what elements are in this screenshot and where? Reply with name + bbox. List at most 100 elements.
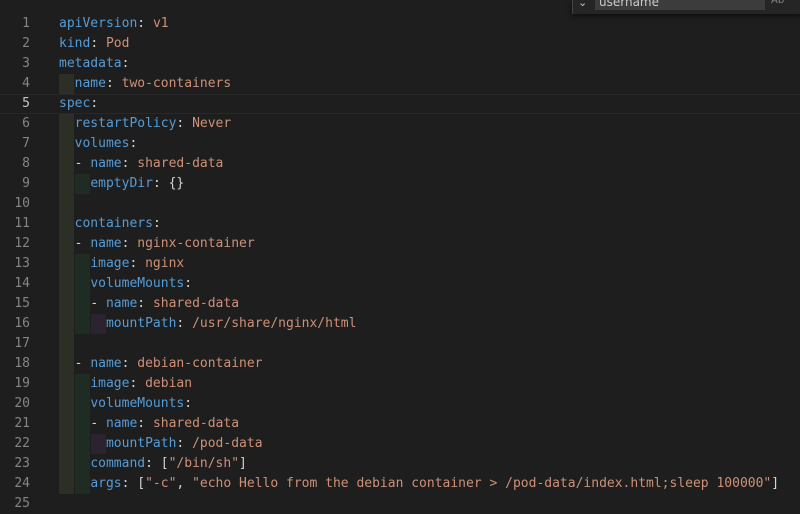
line-number: 2 [22,36,30,51]
yaml-punctuation: : [152,216,161,231]
line-number: 20 [14,396,30,411]
code-line-content [59,196,75,211]
yaml-value: debian [145,376,193,391]
yaml-key: metadata [59,56,122,71]
line-number: 10 [14,196,30,211]
line-number: 6 [22,116,30,131]
find-widget: ⌄ Ab [572,0,800,14]
code-line[interactable]: image: nginx [59,254,800,274]
yaml-value: shared-data [152,296,240,311]
code-area[interactable]: apiVersion: v1 kind: Pod metadata: name: t… [0,14,800,514]
code-line-content: - name: nginx-container [59,236,255,251]
yaml-punctuation: : [129,376,146,391]
yaml-punctuation: - [74,236,91,251]
code-line[interactable] [59,334,800,354]
code-line-content: volumeMounts: [59,276,192,291]
code-line[interactable]: containers: [59,214,800,234]
yaml-key: name [90,156,122,171]
line-number: 3 [22,56,30,71]
yaml-key: name [105,296,138,311]
yaml-punctuation: : [121,56,130,71]
yaml-punctuation: : [137,16,153,31]
yaml-value: nginx [145,256,185,271]
yaml-punctuation: ] [771,476,780,491]
line-number: 11 [14,216,30,231]
code-line[interactable]: volumeMounts: [59,394,800,414]
code-line[interactable]: volumeMounts: [59,274,800,294]
yaml-punctuation: : [184,276,193,291]
code-line[interactable]: - name: debian-container [59,354,800,374]
line-number: 9 [22,176,30,191]
code-line-content: name: two-containers [59,76,232,91]
code-line-content: volumeMounts: [59,396,192,411]
yaml-punctuation: : [184,396,193,411]
code-line-content: command: ["/bin/sh"] [59,456,247,471]
code-line-content: args: ["-c", "echo Hello from the debian… [59,476,779,491]
yaml-punctuation: : [105,76,122,91]
line-number: 25 [14,496,30,511]
yaml-value: two-containers [121,76,232,91]
yaml-value: v1 [152,16,169,31]
yaml-key: restartPolicy [74,116,177,131]
code-line[interactable]: spec: [0,94,800,114]
code-line[interactable]: emptyDir: {} [59,174,800,194]
yaml-punctuation: : [121,156,138,171]
code-editor[interactable]: 1 2 3 4 5 6 7 8 9 10 11 12 13 14 15 16 17 18 19 20 21 22 23 24 2… [0,0,800,514]
yaml-key: name [74,76,106,91]
code-line[interactable]: - name: nginx-container [59,234,800,254]
yaml-key: mountPath [105,436,177,451]
yaml-punctuation: ] [239,456,247,471]
yaml-punctuation: : [176,316,193,331]
code-line-content: restartPolicy: Never [59,116,232,131]
expand-replace-icon[interactable]: ⌄ [578,0,587,9]
code-line[interactable]: name: two-containers [59,74,800,94]
line-number: 22 [14,436,30,451]
code-line[interactable]: mountPath: /pod-data [59,434,800,454]
code-line[interactable]: apiVersion: v1 [59,14,800,34]
code-line[interactable]: args: ["-c", "echo Hello from the debian… [59,474,800,494]
code-line[interactable]: restartPolicy: Never [59,114,800,134]
code-line[interactable]: - name: shared-data [59,294,800,314]
code-line[interactable]: - name: shared-data [59,154,800,174]
code-line[interactable] [59,194,800,214]
line-number-gutter: 1 2 3 4 5 6 7 8 9 10 11 12 13 14 15 16 17 18 19 20 21 22 23 24 2… [0,14,44,514]
yaml-punctuation: , [176,476,193,491]
yaml-punctuation: - [90,296,106,311]
yaml-punctuation: : {} [152,176,185,191]
code-line-content [59,336,75,351]
yaml-key: emptyDir [90,176,153,191]
yaml-key: name [105,416,138,431]
code-line[interactable]: metadata: [59,54,800,74]
yaml-punctuation: : [137,416,153,431]
yaml-key: mountPath [105,316,177,331]
yaml-key: args [90,476,122,491]
code-line[interactable]: volumes: [59,134,800,154]
code-line[interactable] [59,494,800,514]
line-number: 15 [14,296,30,311]
yaml-key: spec [59,96,91,111]
code-line[interactable]: command: ["/bin/sh"] [59,454,800,474]
code-line[interactable]: mountPath: /usr/share/nginx/html [59,314,800,334]
yaml-punctuation: : [129,256,146,271]
yaml-punctuation: : [137,296,153,311]
line-number: 12 [14,236,30,251]
yaml-key: name [90,236,122,251]
code-line[interactable]: - name: shared-data [59,414,800,434]
yaml-value: /usr/share/nginx/html [192,316,357,331]
yaml-key: containers [74,216,153,231]
line-number: 7 [22,136,30,151]
yaml-key: volumeMounts [90,276,185,291]
find-input[interactable] [595,0,765,10]
yaml-value: "echo Hello from the debian container > … [192,476,772,491]
match-case-toggle[interactable]: Ab [771,0,784,6]
code-line[interactable]: image: debian [59,374,800,394]
yaml-punctuation: : [ [121,476,146,491]
yaml-punctuation: : [121,236,138,251]
line-number: 21 [14,416,30,431]
code-line-content: metadata: [59,56,129,71]
code-line[interactable]: kind: Pod [59,34,800,54]
code-line-content: kind: Pod [59,36,129,51]
line-number: 19 [14,376,30,391]
yaml-value: "-c" [145,476,177,491]
code-line-content: - name: shared-data [59,296,239,311]
